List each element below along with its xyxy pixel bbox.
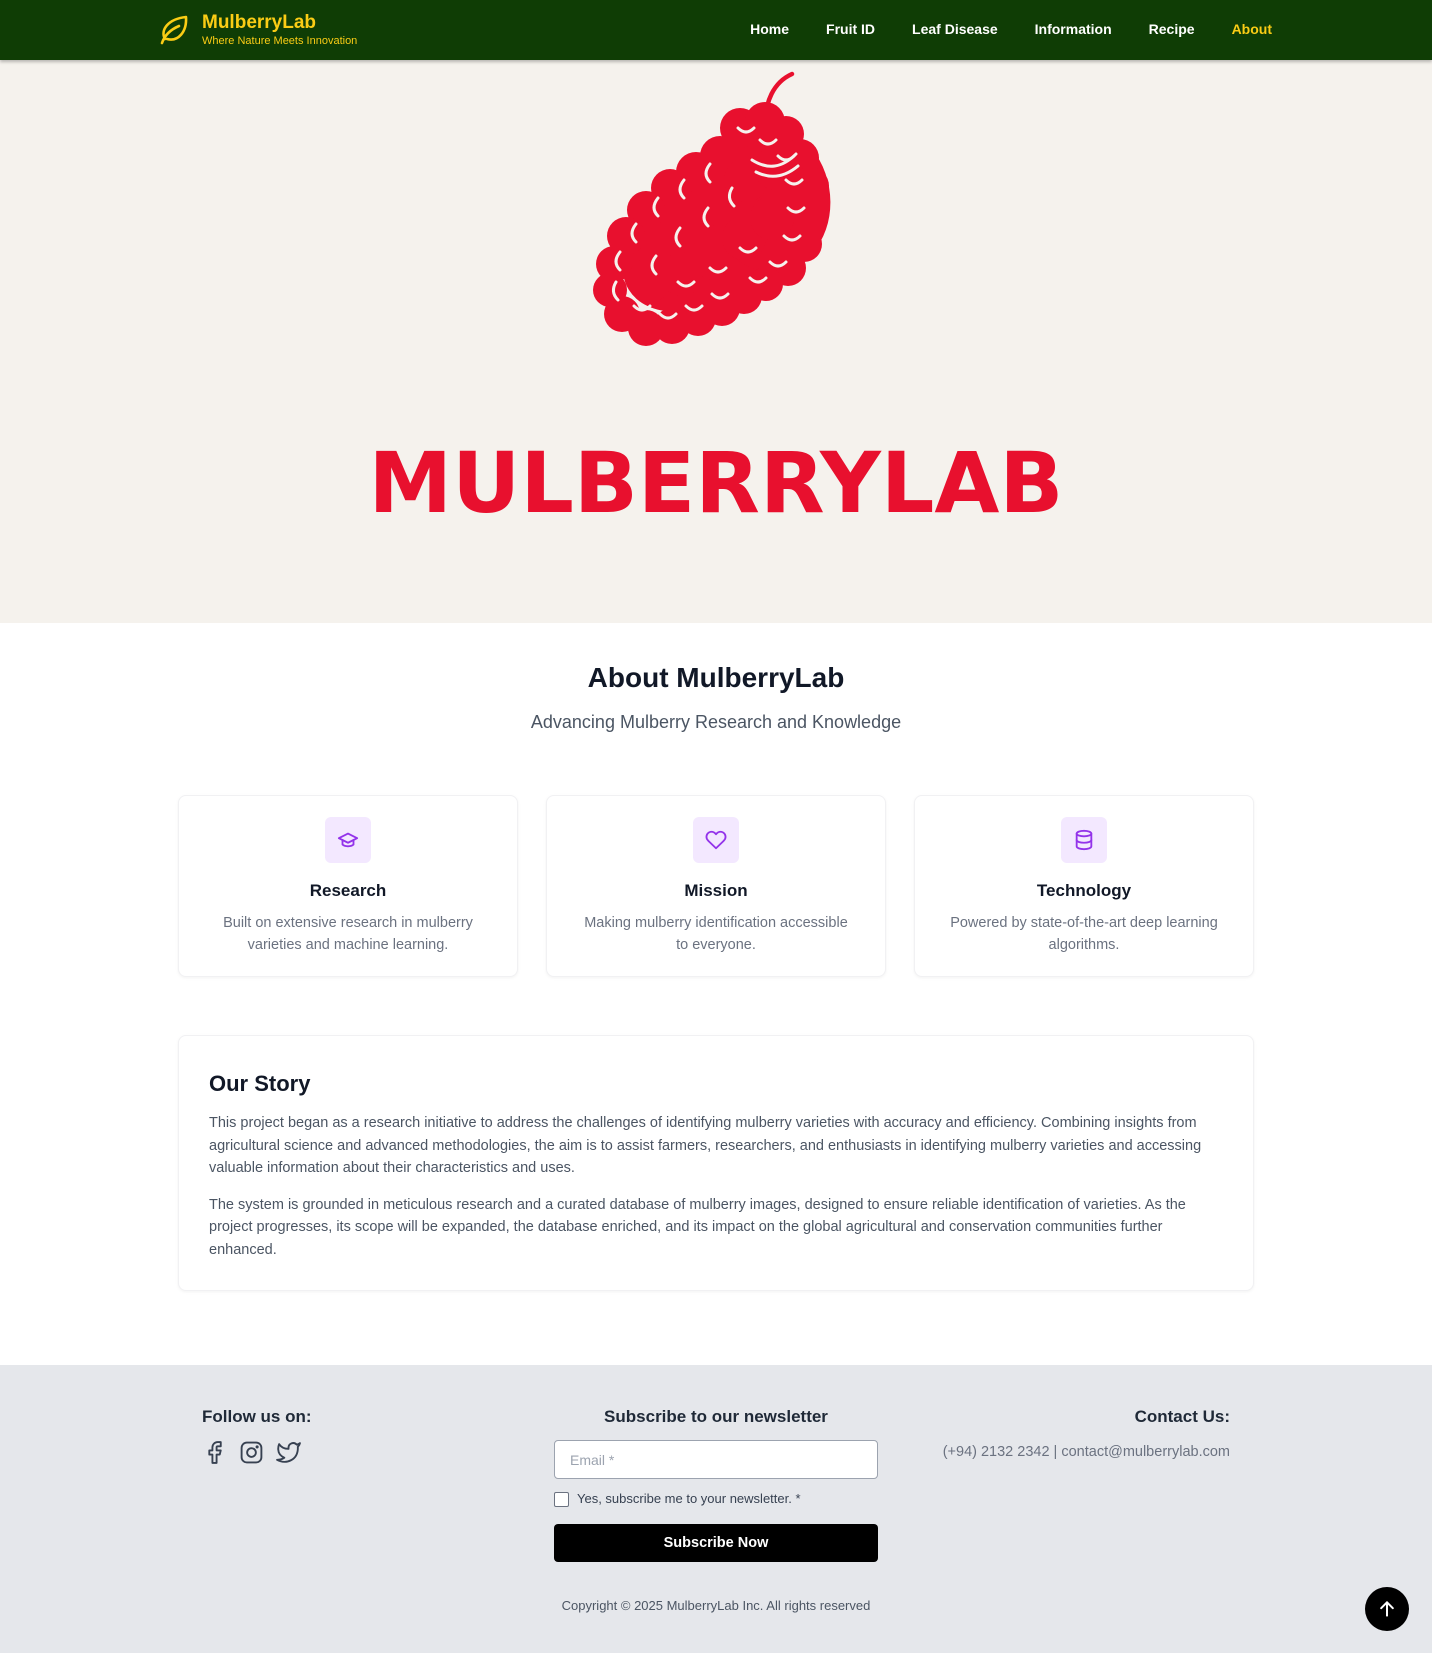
brand-tagline: Where Nature Meets Innovation xyxy=(202,35,358,47)
navbar: MulberryLab Where Nature Meets Innovatio… xyxy=(0,0,1432,60)
email-input[interactable] xyxy=(554,1440,878,1479)
follow-title: Follow us on: xyxy=(202,1407,312,1426)
database-icon xyxy=(1075,829,1093,851)
nav-fruit-id[interactable]: Fruit ID xyxy=(826,21,875,37)
facebook-link[interactable] xyxy=(202,1440,227,1465)
card-text: Built on extensive research in mulberry … xyxy=(223,915,473,953)
main-nav: Home Fruit ID Leaf Disease Information R… xyxy=(750,0,1272,60)
nav-information[interactable]: Information xyxy=(1035,21,1112,37)
card-icon-box xyxy=(325,817,371,863)
footer: Follow us on: Subscribe to our newslette… xyxy=(0,1365,1432,1653)
brand-name: MulberryLab xyxy=(202,12,317,33)
contact-info: (+94) 2132 2342 | contact@mulberrylab.co… xyxy=(942,1444,1230,1460)
hero-banner: MULBERRYLAB xyxy=(0,60,1432,623)
card-text: Making mulberry identification accessibl… xyxy=(584,915,848,953)
scroll-to-top-button[interactable] xyxy=(1365,1587,1409,1631)
nav-leaf-disease[interactable]: Leaf Disease xyxy=(912,21,998,37)
facebook-icon xyxy=(208,1441,222,1464)
newsletter-title: Subscribe to our newsletter xyxy=(604,1407,828,1426)
page-subtitle: Advancing Mulberry Research and Knowledg… xyxy=(530,712,902,732)
story-title: Our Story xyxy=(209,1071,311,1096)
subscribe-button[interactable]: Subscribe Now xyxy=(554,1524,878,1562)
arrow-up-icon xyxy=(1380,1601,1394,1617)
twitter-link[interactable] xyxy=(276,1440,301,1465)
subscribe-checkbox-row: Yes, subscribe me to your newsletter. * xyxy=(554,1491,801,1507)
feature-card-research: Research Built on extensive research in … xyxy=(178,795,518,977)
mulberry-illustration xyxy=(593,71,831,346)
nav-home[interactable]: Home xyxy=(750,21,789,37)
feature-card-mission: Mission Making mulberry identification a… xyxy=(546,795,886,977)
card-icon-box xyxy=(1061,817,1107,863)
twitter-icon xyxy=(276,1442,301,1463)
page-title: About MulberryLab xyxy=(587,662,845,693)
leaf-icon xyxy=(160,15,188,45)
copyright-text: Copyright © 2025 MulberryLab Inc. All ri… xyxy=(561,1598,871,1613)
card-icon-box xyxy=(693,817,739,863)
nav-about[interactable]: About xyxy=(1232,21,1272,37)
instagram-link[interactable] xyxy=(239,1440,264,1465)
contact-title: Contact Us: xyxy=(1134,1407,1230,1426)
heart-icon xyxy=(705,830,727,850)
feature-card-technology: Technology Powered by state-of-the-art d… xyxy=(914,795,1254,977)
graduation-cap-icon xyxy=(337,832,359,848)
instagram-icon xyxy=(240,1441,263,1464)
feature-cards: Research Built on extensive research in … xyxy=(178,795,1254,977)
card-title: Research xyxy=(309,881,387,900)
social-links xyxy=(202,1440,301,1465)
card-title: Technology xyxy=(1036,881,1132,900)
card-title: Mission xyxy=(684,881,748,900)
story-paragraph: This project began as a research initiat… xyxy=(209,1115,1202,1176)
hero-wordmark: MULBERRYLAB xyxy=(368,434,1064,532)
subscribe-checkbox[interactable] xyxy=(554,1491,569,1507)
card-text: Powered by state-of-the-art deep learnin… xyxy=(950,915,1218,953)
story-paragraph: The system is grounded in meticulous res… xyxy=(209,1196,1186,1258)
subscribe-checkbox-label: Yes, subscribe me to your newsletter. * xyxy=(577,1491,801,1506)
our-story-section: Our Story This project began as a resear… xyxy=(178,1035,1254,1291)
brand-link[interactable]: MulberryLab Where Nature Meets Innovatio… xyxy=(156,12,357,48)
nav-recipe[interactable]: Recipe xyxy=(1149,21,1195,37)
